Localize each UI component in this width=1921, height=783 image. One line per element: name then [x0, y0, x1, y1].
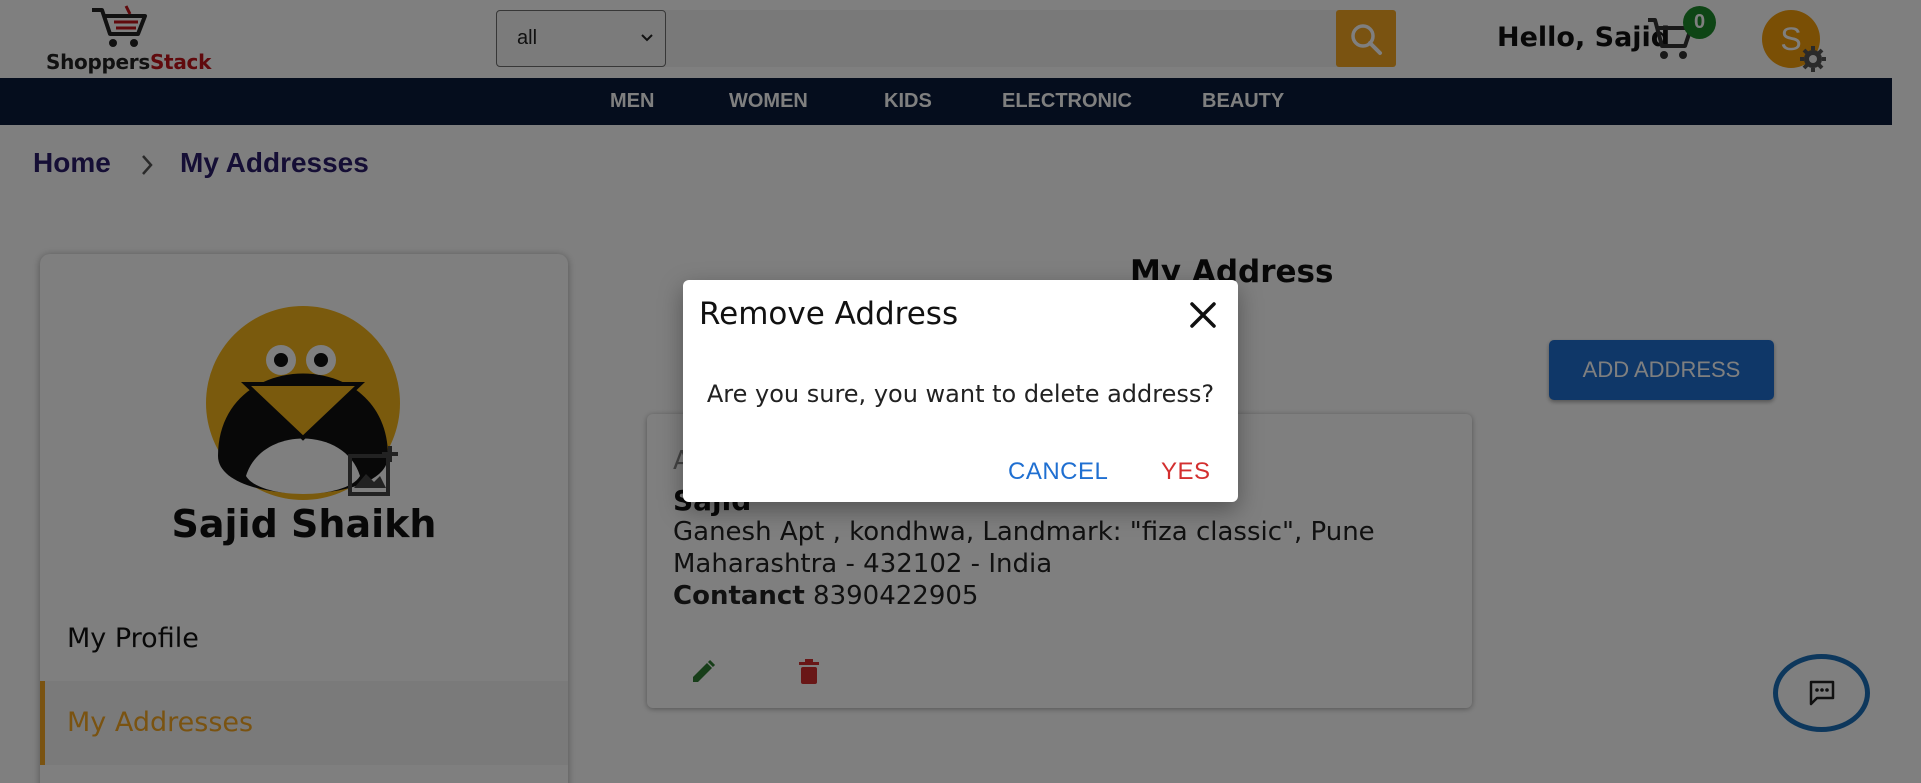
remove-address-dialog: Remove Address Are you sure, you want to… [683, 280, 1238, 502]
cancel-button[interactable]: CANCEL [1008, 458, 1108, 486]
close-icon[interactable] [1186, 298, 1220, 332]
confirm-yes-button[interactable]: YES [1161, 458, 1211, 486]
dialog-title: Remove Address [699, 296, 959, 332]
dialog-message: Are you sure, you want to delete address… [706, 380, 1215, 408]
